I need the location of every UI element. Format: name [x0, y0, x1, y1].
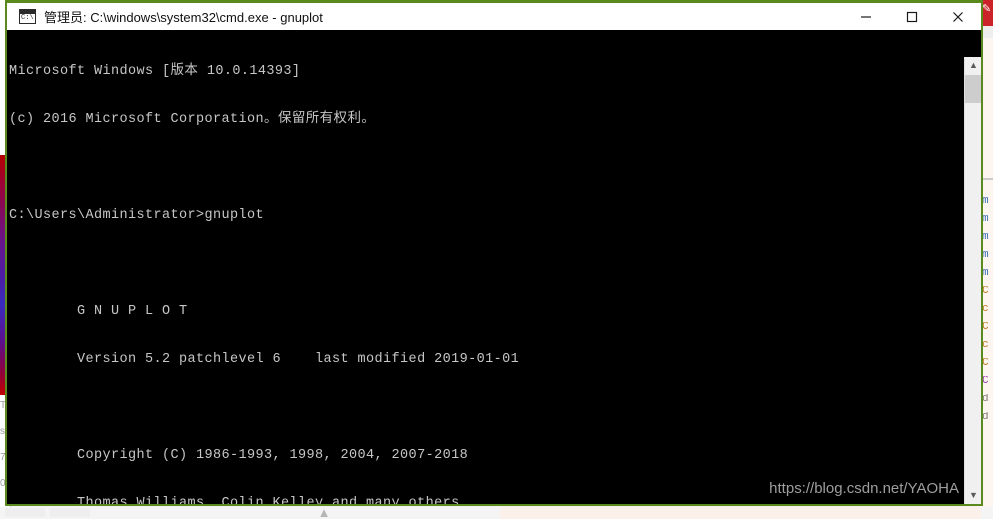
close-button[interactable] [935, 3, 981, 30]
background-editor-code-line: d [982, 412, 989, 423]
vertical-scrollbar[interactable]: ▲ ▼ [964, 57, 981, 504]
cmd-console-window[interactable]: 管理员: C:\windows\system32\cmd.exe - gnupl… [5, 0, 983, 506]
background-editor-code-line: m [982, 268, 989, 279]
window-controls [843, 3, 981, 30]
console-text: Microsoft Windows [版本 10.0.14393] (c) 20… [9, 32, 528, 504]
console-line: Microsoft Windows [版本 10.0.14393] [9, 64, 301, 79]
background-editor-code-line: C [982, 322, 989, 333]
minimize-icon [861, 15, 871, 18]
taskbar-right-tint [500, 507, 981, 519]
background-editor-code-line: c [982, 304, 989, 315]
background-editor-code-line: C [982, 286, 989, 297]
background-editor-code-line: d [982, 394, 989, 405]
background-editor-code-line: m [982, 214, 989, 225]
console-output-area[interactable]: Microsoft Windows [版本 10.0.14393] (c) 20… [7, 30, 981, 504]
chevron-down-icon[interactable]: ▼ [965, 487, 981, 504]
console-line: C:\Users\Administrator>gnuplot [9, 208, 265, 223]
close-icon [953, 11, 963, 22]
chevron-up-icon[interactable]: ▲ [314, 506, 334, 519]
cmd-console-icon [19, 9, 36, 24]
chevron-up-icon[interactable]: ▲ [965, 57, 981, 74]
background-editor-code-line: m [982, 232, 989, 243]
maximize-icon [906, 11, 918, 22]
taskbar-cell-b[interactable] [50, 508, 90, 517]
watermark-text: https://blog.csdn.net/YAOHA [769, 480, 959, 497]
minimize-button[interactable] [843, 3, 889, 30]
background-editor-code-line: c [982, 340, 989, 351]
background-editor-logo-icon: ✎ [982, 3, 992, 15]
background-editor-code-line: m [982, 196, 989, 207]
window-titlebar[interactable]: 管理员: C:\windows\system32\cmd.exe - gnupl… [7, 3, 981, 30]
background-editor-code-line: m [982, 250, 989, 261]
console-line: Copyright (C) 1986-1993, 1998, 2004, 200… [9, 448, 469, 463]
console-line: Version 5.2 patchlevel 6 last modified 2… [9, 352, 520, 367]
window-title: 管理员: C:\windows\system32\cmd.exe - gnupl… [44, 10, 323, 25]
background-editor-code-line: C [982, 376, 989, 387]
console-line: (c) 2016 Microsoft Corporation。保留所有权利。 [9, 112, 376, 127]
console-line: G N U P L O T [9, 304, 188, 319]
background-editor-code-line: C [982, 358, 989, 369]
scrollbar-thumb[interactable] [965, 75, 981, 103]
taskbar-cell-a[interactable] [5, 508, 45, 517]
maximize-button[interactable] [889, 3, 935, 30]
console-line: Thomas Williams, Colin Kelley and many o… [9, 496, 460, 504]
